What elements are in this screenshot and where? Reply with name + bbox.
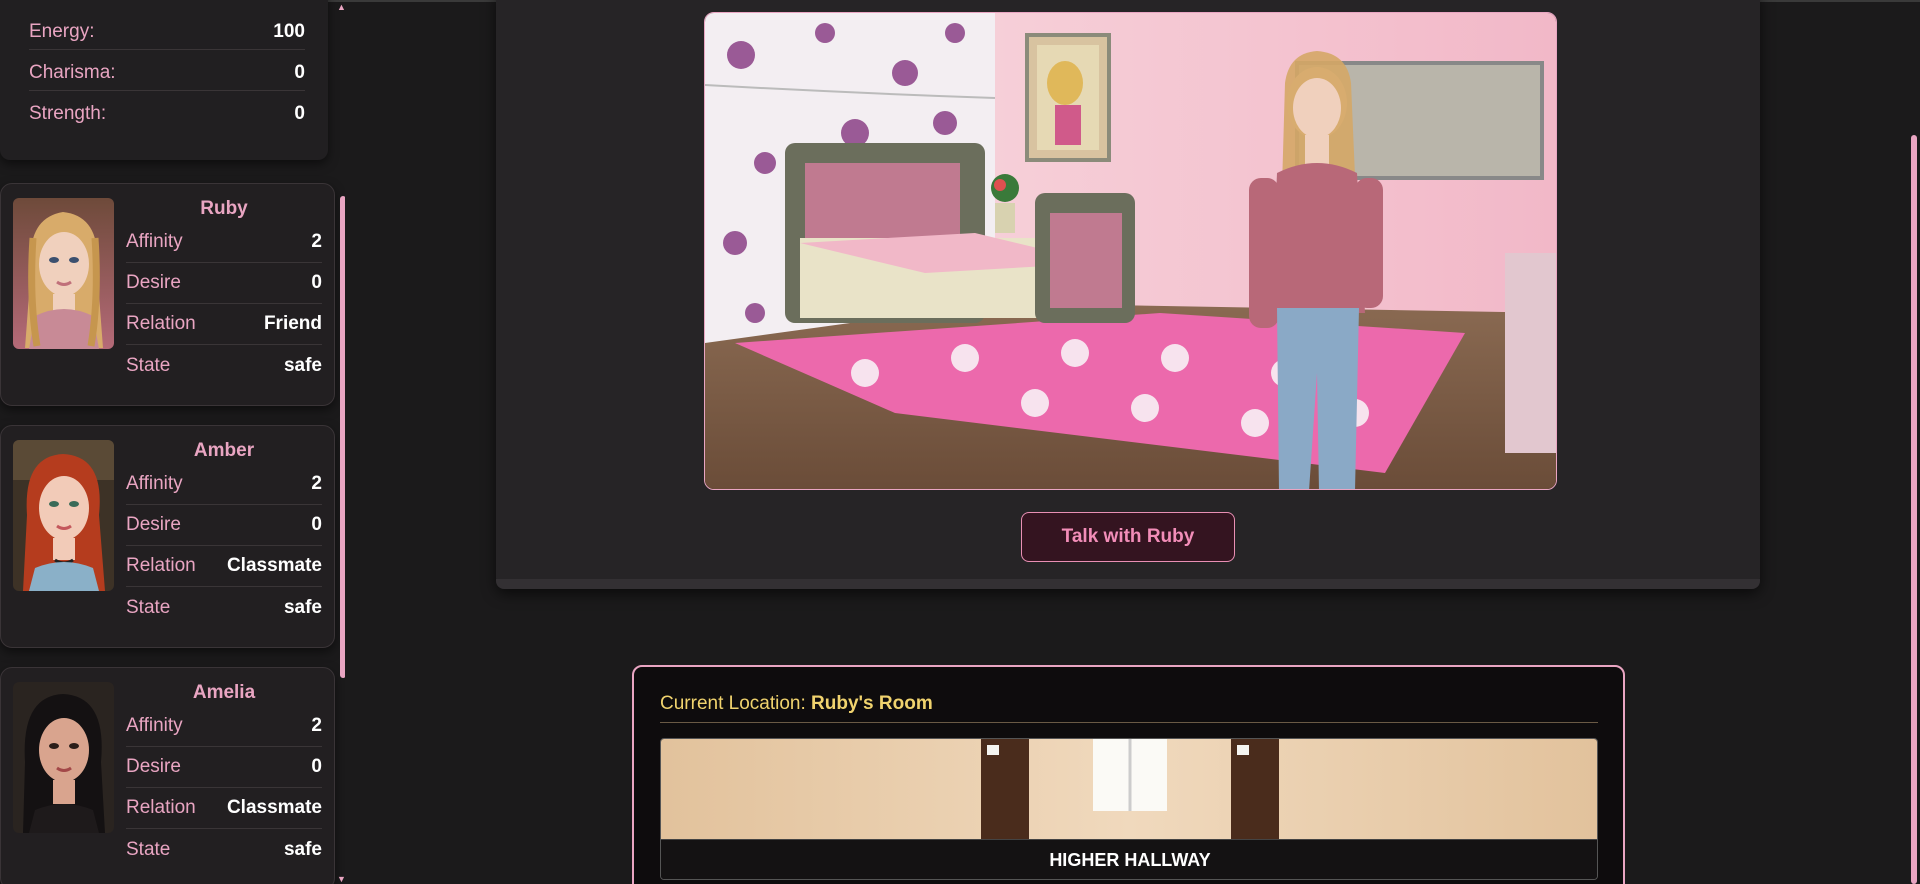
- stat-value: 2: [311, 231, 322, 252]
- current-location: Current Location: Ruby's Room: [660, 693, 933, 715]
- talk-button[interactable]: Talk with Ruby: [1021, 512, 1235, 562]
- stat-label: Desire: [126, 272, 181, 293]
- game-screen: Energy: 100 Charisma: 0 Strength: 0 Ruby…: [0, 0, 1920, 884]
- character-name: Amber: [193, 440, 255, 461]
- stat-value: 0: [294, 61, 305, 83]
- stat-value: safe: [283, 354, 322, 376]
- stat-value: Classmate: [226, 797, 322, 818]
- stat-label: Relation: [126, 555, 196, 576]
- stat-value: 2: [311, 473, 322, 494]
- location-panel: Current Location: Ruby's Room HIGHER HAL…: [632, 665, 1625, 884]
- destination-card[interactable]: HIGHER HALLWAY: [660, 738, 1598, 880]
- character-stat-row: Desire 0: [126, 505, 322, 546]
- stat-label: Affinity: [126, 473, 183, 494]
- stat-value: 2: [311, 715, 322, 736]
- character-stat-row: Relation Classmate: [126, 546, 322, 587]
- character-stat-row: Relation Classmate: [126, 788, 322, 829]
- stat-value: 0: [311, 272, 322, 293]
- character-stat-row: Affinity 2: [126, 464, 322, 505]
- stat-label: Relation: [126, 797, 196, 818]
- stat-label: State: [126, 354, 171, 376]
- stat-value: Friend: [263, 313, 322, 334]
- stat-label: Charisma:: [29, 61, 116, 83]
- current-location-value: Ruby's Room: [811, 693, 933, 714]
- character-stat-row: Relation Friend: [126, 304, 322, 345]
- scroll-up-arrow-icon[interactable]: ▲: [337, 2, 345, 12]
- character-stat-row: Desire 0: [126, 263, 322, 304]
- stat-label: Relation: [126, 313, 196, 334]
- stat-label: Strength:: [29, 103, 107, 124]
- character-card-amelia[interactable]: Amelia Affinity 2 Desire 0 Relation Clas…: [0, 667, 335, 884]
- destination-label: HIGHER HALLWAY: [661, 839, 1597, 879]
- stat-label: Desire: [126, 514, 181, 535]
- scene-panel-edge: [496, 579, 1760, 589]
- stat-value: 0: [294, 103, 305, 124]
- stat-value: 100: [273, 20, 305, 42]
- scene-image: [704, 12, 1557, 490]
- character-stat-row: State safe: [126, 587, 322, 628]
- stat-label: Affinity: [126, 231, 183, 252]
- character-card-ruby[interactable]: Ruby Affinity 2 Desire 0 Relation Friend…: [0, 183, 335, 406]
- character-portrait: [13, 198, 114, 349]
- stat-value: safe: [283, 596, 322, 618]
- stat-label: Energy:: [29, 20, 95, 42]
- character-stat-row: Affinity 2: [126, 706, 322, 747]
- stat-label: Desire: [126, 756, 181, 777]
- destination-image: [661, 739, 1597, 839]
- stat-energy: Energy: 100: [29, 14, 305, 50]
- character-stat-row: State safe: [126, 829, 322, 870]
- character-card-amber[interactable]: Amber Affinity 2 Desire 0 Relation Class…: [0, 425, 335, 648]
- character-stat-row: State safe: [126, 345, 322, 386]
- character-portrait: [13, 440, 114, 591]
- stat-charisma: Charisma: 0: [29, 55, 305, 91]
- stat-value: Classmate: [226, 555, 322, 576]
- scroll-down-arrow-icon[interactable]: ▼: [337, 874, 345, 884]
- stat-value: 0: [311, 756, 322, 777]
- current-location-label: Current Location:: [660, 693, 806, 714]
- stat-value: safe: [283, 838, 322, 860]
- character-stat-row: Affinity 2: [126, 222, 322, 263]
- stat-label: Affinity: [126, 715, 183, 736]
- character-name: Ruby: [200, 198, 248, 219]
- character-portrait: [13, 682, 114, 833]
- character-stat-row: Desire 0: [126, 747, 322, 788]
- stat-strength: Strength: 0: [29, 96, 305, 132]
- sidebar-scrollbar-thumb[interactable]: [340, 196, 345, 678]
- main-scrollbar-thumb[interactable]: [1911, 135, 1917, 884]
- stat-label: State: [126, 838, 171, 860]
- stat-label: State: [126, 596, 171, 618]
- character-name: Amelia: [192, 682, 256, 703]
- player-stats-panel: Energy: 100 Charisma: 0 Strength: 0: [0, 0, 328, 160]
- stat-value: 0: [311, 514, 322, 535]
- divider: [660, 722, 1598, 723]
- sidebar: Energy: 100 Charisma: 0 Strength: 0 Ruby…: [0, 0, 345, 884]
